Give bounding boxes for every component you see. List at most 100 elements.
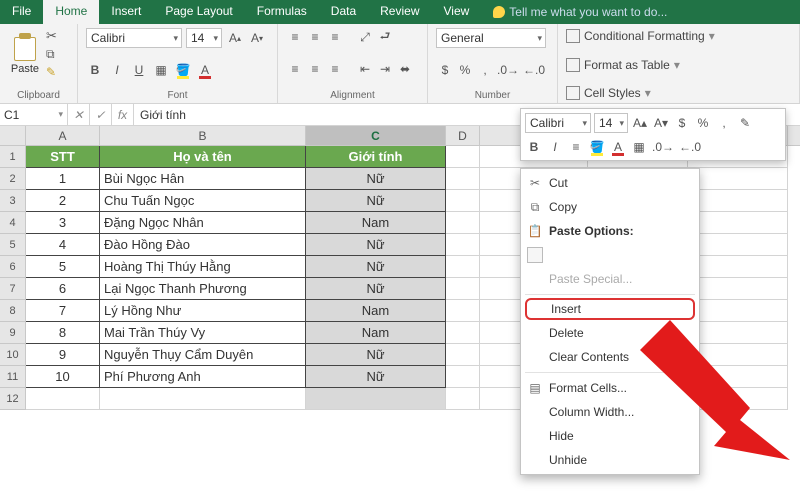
row-header-7[interactable]: 7 (0, 278, 26, 300)
mini-comma-icon[interactable]: , (715, 114, 733, 132)
wrap-text-icon[interactable]: ⮐ (376, 28, 394, 46)
cell-D4[interactable] (446, 212, 480, 234)
cell-G8[interactable] (688, 300, 788, 322)
mini-format-painter-icon[interactable]: ✎ (736, 114, 754, 132)
cell-G12[interactable] (688, 388, 788, 410)
tab-home[interactable]: Home (43, 0, 99, 24)
cell-B11[interactable]: Phí Phương Anh (100, 366, 306, 388)
mini-font-select[interactable]: Calibri (525, 113, 591, 133)
row-header-1[interactable]: 1 (0, 146, 26, 168)
cell-B5[interactable]: Đào Hồng Đào (100, 234, 306, 256)
decrease-font-icon[interactable]: A▾ (248, 29, 266, 47)
mini-dec-decimal-icon[interactable]: ←.0 (678, 138, 702, 156)
format-as-table-button[interactable]: Format as Table▾ (566, 57, 791, 73)
cell-A2[interactable]: 1 (26, 168, 100, 190)
cell-A6[interactable]: 5 (26, 256, 100, 278)
cell-C6[interactable]: Nữ (306, 256, 446, 278)
ctx-unhide[interactable]: Unhide (521, 448, 699, 472)
cell-D12[interactable] (446, 388, 480, 410)
cell-A11[interactable]: 10 (26, 366, 100, 388)
paste-button[interactable]: Paste (8, 33, 42, 75)
cell-B2[interactable]: Bùi Ngọc Hân (100, 168, 306, 190)
cell-C12[interactable] (306, 388, 446, 410)
mini-italic-button[interactable]: I (546, 138, 564, 156)
align-right-icon[interactable]: ≡ (326, 60, 344, 78)
fx-icon[interactable]: fx (112, 104, 134, 125)
cell-C10[interactable]: Nữ (306, 344, 446, 366)
mini-align-icon[interactable]: ≡ (567, 138, 585, 156)
copy-icon[interactable]: ⧉ (46, 47, 57, 62)
cell-D8[interactable] (446, 300, 480, 322)
mini-bold-button[interactable]: B (525, 138, 543, 156)
cell-B3[interactable]: Chu Tuấn Ngọc (100, 190, 306, 212)
cancel-fx-icon[interactable]: ✕ (68, 104, 90, 125)
tab-file[interactable]: File (0, 0, 43, 24)
mini-font-color-icon[interactable]: A (609, 138, 627, 156)
cell-B12[interactable] (100, 388, 306, 410)
mini-fill-color-icon[interactable]: 🪣 (588, 138, 606, 156)
align-left-icon[interactable]: ≡ (286, 60, 304, 78)
row-header-10[interactable]: 10 (0, 344, 26, 366)
cell-C3[interactable]: Nữ (306, 190, 446, 212)
ctx-paste-icon-row[interactable] (521, 243, 699, 267)
cell-C2[interactable]: Nữ (306, 168, 446, 190)
font-color-button[interactable]: A (196, 61, 214, 79)
font-select[interactable]: Calibri (86, 28, 182, 48)
row-header-11[interactable]: 11 (0, 366, 26, 388)
ctx-clear-contents[interactable]: Clear Contents (521, 345, 699, 369)
col-header-A[interactable]: A (26, 126, 100, 145)
cell-D11[interactable] (446, 366, 480, 388)
cell-C11[interactable]: Nữ (306, 366, 446, 388)
cell-G4[interactable] (688, 212, 788, 234)
cell-G7[interactable] (688, 278, 788, 300)
mini-border-icon[interactable]: ▦ (630, 138, 648, 156)
cell-D9[interactable] (446, 322, 480, 344)
orientation-icon[interactable]: ⤢ (356, 28, 374, 46)
ctx-format-cells[interactable]: ▤Format Cells... (521, 376, 699, 400)
cell-B6[interactable]: Hoàng Thị Thúy Hằng (100, 256, 306, 278)
align-top-icon[interactable]: ≡ (286, 28, 304, 46)
row-header-12[interactable]: 12 (0, 388, 26, 410)
cell-A7[interactable]: 6 (26, 278, 100, 300)
comma-icon[interactable]: , (476, 61, 494, 79)
cell-D6[interactable] (446, 256, 480, 278)
cell-D10[interactable] (446, 344, 480, 366)
merge-button[interactable]: ⬌ (396, 60, 414, 78)
enter-fx-icon[interactable]: ✓ (90, 104, 112, 125)
cell-A12[interactable] (26, 388, 100, 410)
col-header-C[interactable]: C (306, 126, 446, 145)
mini-percent-icon[interactable]: % (694, 114, 712, 132)
cell-C7[interactable]: Nữ (306, 278, 446, 300)
mini-decrease-font-icon[interactable]: A▾ (652, 114, 670, 132)
cell-D5[interactable] (446, 234, 480, 256)
cell-G9[interactable] (688, 322, 788, 344)
cell-G2[interactable] (688, 168, 788, 190)
italic-button[interactable]: I (108, 61, 126, 79)
row-header-2[interactable]: 2 (0, 168, 26, 190)
cell-styles-button[interactable]: Cell Styles▾ (566, 85, 791, 101)
col-header-B[interactable]: B (100, 126, 306, 145)
cell-G6[interactable] (688, 256, 788, 278)
font-size-select[interactable]: 14 (186, 28, 222, 48)
percent-icon[interactable]: % (456, 61, 474, 79)
cell-B10[interactable]: Nguyễn Thụy Cẩm Duyên (100, 344, 306, 366)
ctx-insert[interactable]: Insert (525, 298, 695, 320)
increase-font-icon[interactable]: A▴ (226, 29, 244, 47)
cell-D7[interactable] (446, 278, 480, 300)
cell-D1[interactable] (446, 146, 480, 168)
increase-indent-icon[interactable]: ⇥ (376, 60, 394, 78)
cell-A3[interactable]: 2 (26, 190, 100, 212)
cell-A5[interactable]: 4 (26, 234, 100, 256)
tab-insert[interactable]: Insert (99, 0, 153, 24)
row-header-8[interactable]: 8 (0, 300, 26, 322)
cell-A1[interactable]: STT (26, 146, 100, 168)
row-header-9[interactable]: 9 (0, 322, 26, 344)
row-header-5[interactable]: 5 (0, 234, 26, 256)
cell-D2[interactable] (446, 168, 480, 190)
row-header-4[interactable]: 4 (0, 212, 26, 234)
number-format-select[interactable]: General (436, 28, 546, 48)
align-bottom-icon[interactable]: ≡ (326, 28, 344, 46)
cell-C5[interactable]: Nữ (306, 234, 446, 256)
cell-A4[interactable]: 3 (26, 212, 100, 234)
bold-button[interactable]: B (86, 61, 104, 79)
